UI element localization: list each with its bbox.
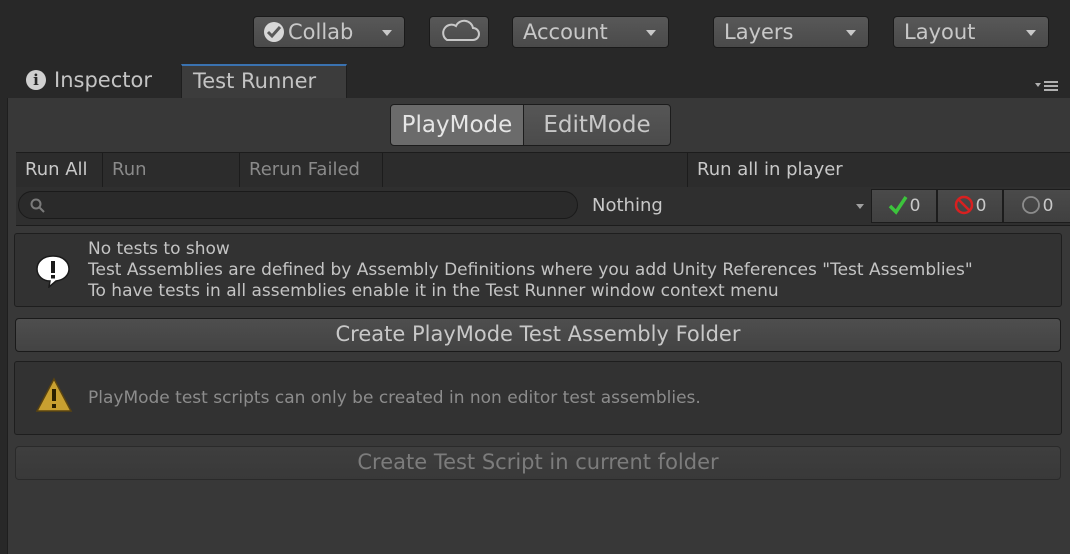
account-dropdown[interactable]: Account: [512, 16, 669, 48]
info-help-box: No tests to show Test Assemblies are def…: [14, 233, 1062, 307]
collab-label: Collab: [288, 20, 354, 44]
category-label: Nothing: [592, 195, 663, 216]
chevron-down-icon: [846, 30, 856, 36]
cloud-icon: [442, 19, 480, 41]
info-bubble-icon: [36, 255, 70, 288]
info-line-3: To have tests in all assemblies enable i…: [88, 281, 779, 301]
warning-help-box: PlayMode test scripts can only be create…: [14, 361, 1062, 435]
search-icon: [30, 198, 45, 213]
context-menu-icon[interactable]: [1034, 78, 1060, 92]
chevron-down-icon: [382, 30, 392, 36]
fail-icon: [954, 195, 973, 215]
warning-message: PlayMode test scripts can only be create…: [88, 388, 701, 408]
top-toolbar: Collab Account Layers Layout: [0, 0, 1070, 62]
passed-count: 0: [909, 196, 921, 216]
playmode-button[interactable]: PlayMode: [390, 104, 524, 146]
passed-filter-toggle[interactable]: 0: [871, 189, 937, 223]
create-test-script-button[interactable]: Create Test Script in current folder: [15, 446, 1061, 480]
ignored-filter-toggle[interactable]: 0: [1003, 189, 1070, 223]
action-bar: Run All Run Selected Rerun Failed Run al…: [16, 152, 1070, 214]
layout-dropdown[interactable]: Layout: [893, 16, 1049, 48]
tab-test-runner[interactable]: Test Runner: [181, 64, 347, 98]
layers-label: Layers: [724, 20, 794, 44]
info-icon: i: [26, 70, 46, 90]
run-in-player-button[interactable]: Run all in player (StandaloneWindows64): [687, 153, 1070, 214]
editmode-button[interactable]: EditMode: [523, 104, 671, 146]
ignored-count: 0: [1042, 196, 1054, 216]
failed-filter-toggle[interactable]: 0: [937, 189, 1003, 223]
search-field[interactable]: [18, 191, 578, 219]
info-message: No tests to show Test Assemblies are def…: [88, 239, 973, 302]
run-all-button[interactable]: Run All: [16, 153, 103, 187]
tab-label: Test Runner: [193, 69, 317, 93]
info-line-2: Test Assemblies are defined by Assembly …: [88, 260, 973, 280]
window-tabbar: i Inspector Test Runner: [0, 62, 1070, 98]
tab-inspector[interactable]: i Inspector: [26, 64, 176, 98]
collab-dropdown[interactable]: Collab: [253, 16, 405, 48]
category-dropdown[interactable]: Nothing: [582, 187, 870, 225]
layout-label: Layout: [904, 20, 976, 44]
collab-check-icon: [264, 22, 284, 42]
chevron-down-icon: [646, 30, 656, 36]
cloud-button[interactable]: [429, 16, 489, 48]
filter-bar: Nothing 0 0 0: [16, 187, 1070, 226]
chevron-down-icon: [1026, 30, 1036, 36]
info-line-1: No tests to show: [88, 239, 230, 259]
tab-label: Inspector: [54, 68, 152, 92]
warning-icon: [35, 377, 73, 412]
test-runner-panel: PlayMode EditMode Run All Run Selected R…: [7, 98, 1070, 554]
layers-dropdown[interactable]: Layers: [713, 16, 869, 48]
create-test-assembly-button[interactable]: Create PlayMode Test Assembly Folder: [15, 318, 1061, 352]
chevron-down-icon: [856, 204, 864, 209]
ignored-icon: [1021, 196, 1040, 214]
failed-count: 0: [975, 196, 987, 216]
rerun-failed-button[interactable]: Rerun Failed: [240, 153, 383, 187]
check-icon: [888, 196, 908, 215]
run-selected-button[interactable]: Run Selected: [103, 153, 240, 214]
search-input[interactable]: [53, 194, 557, 218]
account-label: Account: [523, 20, 608, 44]
